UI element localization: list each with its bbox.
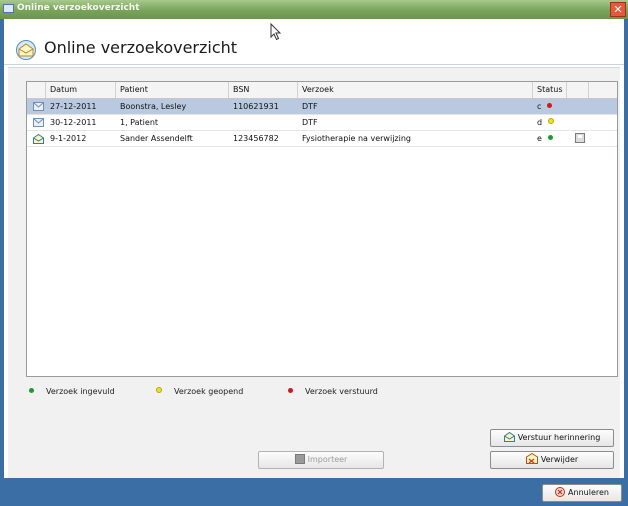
annuleren-label: Annuleren — [568, 488, 609, 497]
window-title: Online verzoekoverzicht — [17, 3, 140, 13]
legend-verstuurd: Verzoek verstuurd — [288, 387, 378, 396]
envelope-open-icon — [33, 134, 44, 144]
legend-yellow-dot-icon — [156, 387, 162, 393]
close-icon[interactable]: ✕ — [610, 2, 626, 17]
cancel-icon — [555, 487, 566, 497]
status-code: c — [537, 102, 542, 111]
verstuur-herinnering-button[interactable]: Verstuur herinnering — [490, 429, 614, 447]
column-header-datum[interactable]: Datum — [46, 82, 116, 98]
envelope-closed-icon — [33, 118, 44, 127]
column-header-action — [567, 82, 589, 98]
import-icon — [294, 454, 305, 464]
column-header-patient[interactable]: Patient — [116, 82, 229, 98]
legend-geopend-label: Verzoek geopend — [174, 387, 244, 396]
cell-verzoek: Fysiotherapie na verwijzing — [302, 134, 411, 143]
header-divider — [4, 64, 624, 65]
legend-geopend: Verzoek geopend — [156, 387, 243, 396]
column-header-bsn[interactable]: BSN — [229, 82, 298, 98]
importeer-label: Importeer — [307, 455, 348, 464]
status-code: e — [537, 134, 542, 143]
importeer-button[interactable]: Importeer — [258, 451, 384, 469]
status-dot-green-icon — [547, 135, 553, 140]
cell-patient: 1, Patient — [120, 118, 159, 127]
mouse-cursor-icon — [270, 23, 282, 41]
table-header: Datum Patient BSN Verzoek Status — [27, 82, 617, 99]
legend-red-dot-icon — [288, 388, 293, 393]
cell-bsn — [229, 115, 298, 130]
cell-datum: 30-12-2011 — [50, 118, 97, 127]
cell-bsn: 123456782 — [233, 134, 279, 143]
cell-bsn: 110621931 — [233, 102, 279, 111]
cell-datum: 27-12-2011 — [50, 102, 97, 111]
mail-envelope-icon — [16, 40, 36, 60]
legend-verstuurd-label: Verzoek verstuurd — [305, 387, 378, 396]
column-header-verzoek[interactable]: Verzoek — [298, 82, 533, 98]
cell-datum: 9-1-2012 — [50, 134, 87, 143]
cell-status: e — [533, 131, 567, 146]
table-row[interactable]: 9-1-2012 Sander Assendelft 123456782 Fys… — [27, 131, 617, 147]
table-row[interactable]: 30-12-2011 1, Patient DTF d — [27, 115, 617, 131]
cell-verzoek: DTF — [302, 102, 318, 111]
table-header-icon-col — [27, 82, 46, 98]
table-row[interactable]: 27-12-2011 Boonstra, Lesley 110621931 DT… — [27, 99, 617, 115]
mail-delete-icon — [525, 453, 538, 464]
column-header-status[interactable]: Status — [533, 82, 567, 98]
mail-send-icon — [503, 432, 515, 442]
dialog-footer: Annuleren — [0, 478, 628, 506]
verwijder-button[interactable]: Verwijder — [490, 451, 614, 469]
status-dot-yellow-icon — [548, 118, 555, 124]
status-code: d — [537, 118, 543, 127]
cell-patient: Boonstra, Lesley — [120, 102, 187, 111]
annuleren-button[interactable]: Annuleren — [542, 484, 622, 502]
window-titlebar: Online verzoekoverzicht ✕ — [0, 0, 628, 19]
verstuur-herinnering-label: Verstuur herinnering — [517, 433, 601, 442]
status-dot-red-icon — [547, 103, 553, 108]
cell-status: d — [533, 115, 567, 130]
request-table[interactable]: Datum Patient BSN Verzoek Status 27-12-2… — [26, 81, 618, 377]
page-title: Online verzoekoverzicht — [44, 38, 238, 57]
save-icon[interactable] — [575, 133, 585, 143]
legend-ingevuld-label: Verzoek ingevuld — [46, 387, 115, 396]
verwijder-label: Verwijder — [540, 455, 579, 464]
legend-ingevuld: Verzoek ingevuld — [29, 387, 115, 396]
cell-patient: Sander Assendelft — [120, 134, 193, 143]
cell-verzoek: DTF — [302, 118, 318, 127]
cell-status: c — [533, 99, 567, 114]
window-app-icon — [3, 4, 14, 13]
dialog-client-area: Online verzoekoverzicht Datum Patient BS… — [4, 19, 624, 478]
envelope-closed-icon — [33, 102, 44, 111]
legend-green-dot-icon — [29, 388, 34, 393]
